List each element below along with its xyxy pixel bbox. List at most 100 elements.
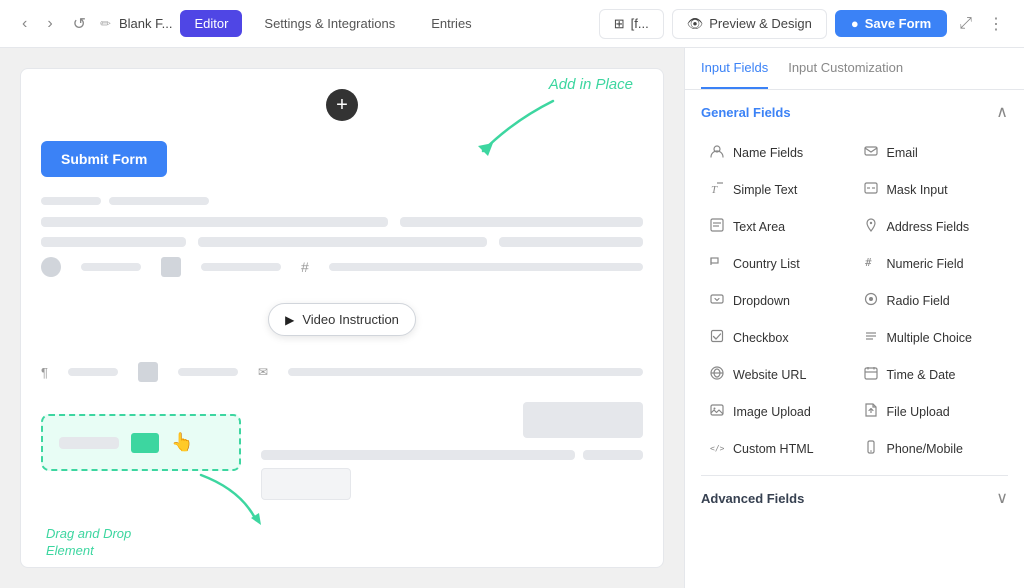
- expand-advanced-button[interactable]: ∨: [996, 488, 1008, 508]
- advanced-fields-section: Advanced Fields ∨: [701, 475, 1008, 520]
- preview-design-button[interactable]: 👁 Preview & Design: [672, 9, 827, 39]
- submit-form-button[interactable]: Submit Form: [41, 141, 167, 177]
- file-name: Blank F...: [119, 16, 172, 31]
- field-name-button[interactable]: ⊞ [f...: [599, 9, 664, 39]
- field-item-name-fields[interactable]: Name Fields: [701, 134, 855, 171]
- field-item-file-upload[interactable]: File Upload: [855, 393, 1009, 430]
- skeleton-block-2: [400, 217, 643, 227]
- line-5: [178, 368, 238, 376]
- save-form-button[interactable]: ● Save Form: [835, 10, 947, 37]
- svg-text:T: T: [711, 184, 718, 195]
- text-area-label: Text Area: [733, 220, 785, 234]
- field-item-mask-input[interactable]: Mask Input: [855, 171, 1009, 208]
- skeleton-block-3: [41, 237, 186, 247]
- video-instruction-button[interactable]: ▶ Video Instruction: [268, 303, 416, 336]
- skeleton-block-4: [198, 237, 487, 247]
- time-date-icon: [863, 366, 879, 383]
- save-label: Save Form: [865, 16, 931, 31]
- field-item-simple-text[interactable]: T Simple Text: [701, 171, 855, 208]
- skeleton-block-1: [41, 217, 388, 227]
- tab-settings[interactable]: Settings & Integrations: [250, 10, 409, 37]
- icon-row-2: ¶ ✉: [41, 362, 643, 382]
- drag-drop-zone[interactable]: 👆: [41, 414, 241, 471]
- drag-cursor-icon: 👆: [171, 432, 193, 453]
- right-sidebar: Input Fields Input Customization General…: [684, 48, 1024, 588]
- topbar-right: ⊞ [f... 👁 Preview & Design ● Save Form ⤢…: [599, 9, 1008, 39]
- field-item-numeric-field[interactable]: # Numeric Field: [855, 245, 1009, 282]
- field-item-website-url[interactable]: Website URL: [701, 356, 855, 393]
- line-2: [201, 263, 281, 271]
- collapse-general-button[interactable]: ∧: [996, 102, 1008, 122]
- general-fields-header: General Fields ∧: [701, 102, 1008, 122]
- refresh-button[interactable]: ↺: [67, 10, 92, 38]
- indicator-1: [41, 197, 101, 205]
- field-item-checkbox[interactable]: Checkbox: [701, 319, 855, 356]
- email-icon: ✉: [258, 365, 268, 379]
- name-fields-icon: [709, 144, 725, 161]
- address-fields-label: Address Fields: [887, 220, 970, 234]
- tab-entries[interactable]: Entries: [417, 10, 485, 37]
- tab-input-fields[interactable]: Input Fields: [701, 48, 768, 89]
- skeleton-input-right: [261, 468, 351, 500]
- skeleton-row-2: [41, 237, 643, 247]
- canvas: + Add in Place Submit Form: [0, 48, 684, 588]
- field-item-image-upload[interactable]: Image Upload: [701, 393, 855, 430]
- topbar-left: ‹ › ↺ ✏ Blank F... Editor Settings & Int…: [16, 10, 599, 38]
- line-4: [68, 368, 118, 376]
- paragraph-icon: ¶: [41, 365, 48, 380]
- field-item-address-fields[interactable]: Address Fields: [855, 208, 1009, 245]
- forward-button[interactable]: ›: [41, 11, 58, 37]
- simple-text-icon: T: [709, 181, 725, 198]
- video-instruction-label: Video Instruction: [302, 312, 399, 327]
- drag-element-bar: [59, 437, 119, 449]
- field-item-email[interactable]: Email: [855, 134, 1009, 171]
- add-field-button[interactable]: +: [326, 89, 358, 121]
- phone-mobile-label: Phone/Mobile: [887, 442, 963, 456]
- back-button[interactable]: ‹: [16, 11, 33, 37]
- expand-icon[interactable]: ⤢: [955, 11, 976, 37]
- tab-editor[interactable]: Editor: [180, 10, 242, 37]
- save-icon: ●: [851, 16, 859, 31]
- field-item-country-list[interactable]: Country List: [701, 245, 855, 282]
- field-item-dropdown[interactable]: Dropdown: [701, 282, 855, 319]
- main-layout: + Add in Place Submit Form: [0, 48, 1024, 588]
- location-icon: [161, 257, 181, 277]
- field-item-phone-mobile[interactable]: Phone/Mobile: [855, 430, 1009, 467]
- image-upload-icon: [709, 403, 725, 420]
- image-icon: [138, 362, 158, 382]
- country-list-icon: [709, 255, 725, 272]
- skeleton-right-1: [523, 402, 643, 438]
- field-item-text-area[interactable]: Text Area: [701, 208, 855, 245]
- add-in-place-arrow-svg: [433, 91, 593, 161]
- country-list-label: Country List: [733, 257, 800, 271]
- address-fields-icon: [863, 218, 879, 235]
- right-skeleton: [261, 402, 643, 500]
- multiple-choice-icon: [863, 329, 879, 346]
- mask-input-label: Mask Input: [887, 183, 948, 197]
- line-1: [81, 263, 141, 271]
- field-item-time-date[interactable]: Time & Date: [855, 356, 1009, 393]
- icon-row-1: #: [41, 257, 643, 277]
- skeleton-indicators: [41, 197, 643, 205]
- bottom-area: 👆 Drag and Drop Element: [41, 402, 643, 500]
- website-url-label: Website URL: [733, 368, 806, 382]
- eye-icon: 👁: [687, 16, 704, 32]
- phone-mobile-icon: [863, 440, 879, 457]
- field-item-custom-html[interactable]: </> Custom HTML: [701, 430, 855, 467]
- image-upload-label: Image Upload: [733, 405, 811, 419]
- field-item-multiple-choice[interactable]: Multiple Choice: [855, 319, 1009, 356]
- field-icon: ⊞: [614, 16, 625, 32]
- advanced-fields-title: Advanced Fields: [701, 491, 804, 506]
- indicator-2: [109, 197, 209, 205]
- time-date-label: Time & Date: [887, 368, 956, 382]
- text-area-icon: [709, 218, 725, 235]
- numeric-field-icon: #: [863, 255, 879, 272]
- skeleton-right-3: [583, 450, 643, 460]
- more-options-icon[interactable]: ⋮: [984, 10, 1008, 38]
- tab-input-customization[interactable]: Input Customization: [788, 48, 903, 89]
- radio-field-label: Radio Field: [887, 294, 950, 308]
- svg-text:#: #: [865, 256, 872, 269]
- drag-drop-label: Drag and Drop Element: [46, 526, 131, 560]
- skeleton-right-2: [261, 450, 575, 460]
- field-item-radio-field[interactable]: Radio Field: [855, 282, 1009, 319]
